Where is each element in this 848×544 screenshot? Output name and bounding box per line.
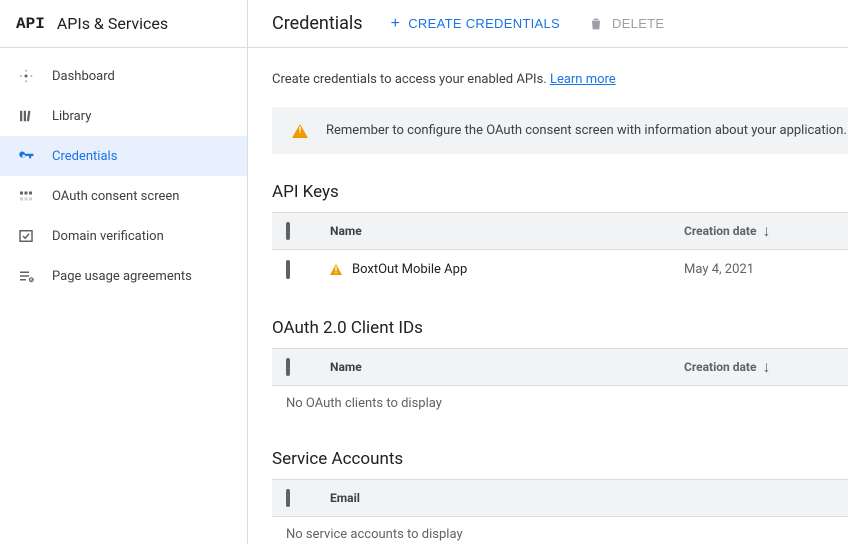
service-accounts-table-head: Email bbox=[272, 479, 848, 517]
service-accounts-title: Service Accounts bbox=[272, 449, 848, 469]
warning-icon bbox=[330, 264, 342, 275]
service-accounts-section: Service Accounts Email No service accoun… bbox=[272, 449, 848, 544]
delete-label: Delete bbox=[612, 16, 664, 31]
banner-text: Remember to configure the OAuth consent … bbox=[326, 123, 847, 138]
consent-warning-banner: Remember to configure the OAuth consent … bbox=[272, 107, 848, 154]
sidebar-item-label: Dashboard bbox=[52, 69, 115, 84]
sidebar-item-label: OAuth consent screen bbox=[52, 189, 179, 204]
create-credentials-label: Create Credentials bbox=[408, 16, 560, 31]
intro-text: Create credentials to access your enable… bbox=[272, 72, 848, 87]
consent-icon bbox=[16, 186, 36, 206]
row-checkbox[interactable] bbox=[286, 262, 304, 277]
main-header: Credentials + Create Credentials Delete bbox=[248, 0, 848, 48]
nav-list: Dashboard Library Credentials OAuth cons… bbox=[0, 48, 247, 304]
api-key-name[interactable]: BoxtOut Mobile App bbox=[352, 262, 467, 277]
api-logo: API bbox=[16, 15, 45, 33]
api-keys-table-head: Name Creation date ↓ bbox=[272, 212, 848, 250]
select-all-checkbox[interactable] bbox=[286, 491, 304, 505]
content: Create credentials to access your enable… bbox=[248, 48, 848, 544]
select-all-checkbox[interactable] bbox=[286, 224, 304, 238]
row-name: BoxtOut Mobile App bbox=[320, 262, 668, 277]
main: Credentials + Create Credentials Delete … bbox=[248, 0, 848, 544]
sidebar-item-label: Library bbox=[52, 109, 91, 124]
sidebar-item-page-usage-agreements[interactable]: Page usage agreements bbox=[0, 256, 247, 296]
table-row[interactable]: BoxtOut Mobile App May 4, 2021 bbox=[272, 250, 848, 290]
api-keys-title: API Keys bbox=[272, 182, 848, 202]
sidebar-item-domain-verification[interactable]: Domain verification bbox=[0, 216, 247, 256]
sidebar-item-label: Domain verification bbox=[52, 229, 164, 244]
oauth-empty: No OAuth clients to display bbox=[272, 386, 848, 421]
dashboard-icon bbox=[16, 66, 36, 86]
sidebar-item-dashboard[interactable]: Dashboard bbox=[0, 56, 247, 96]
agreements-icon bbox=[16, 266, 36, 286]
delete-button[interactable]: Delete bbox=[588, 16, 664, 32]
row-creation-date: May 4, 2021 bbox=[684, 262, 834, 277]
library-icon bbox=[16, 106, 36, 126]
create-credentials-button[interactable]: + Create Credentials bbox=[391, 16, 560, 32]
arrow-down-icon: ↓ bbox=[762, 223, 770, 239]
select-all-checkbox[interactable] bbox=[286, 360, 304, 374]
col-email[interactable]: Email bbox=[320, 491, 834, 505]
sidebar-header: API APIs & Services bbox=[0, 0, 247, 48]
col-creation-date-label: Creation date bbox=[684, 224, 756, 238]
col-name[interactable]: Name bbox=[320, 224, 668, 238]
sidebar-item-credentials[interactable]: Credentials bbox=[0, 136, 247, 176]
col-name[interactable]: Name bbox=[320, 360, 668, 374]
arrow-down-icon: ↓ bbox=[762, 359, 770, 375]
domain-icon bbox=[16, 226, 36, 246]
service-accounts-empty: No service accounts to display bbox=[272, 517, 848, 544]
oauth-table-head: Name Creation date ↓ bbox=[272, 348, 848, 386]
trash-icon bbox=[588, 16, 604, 32]
oauth-title: OAuth 2.0 Client IDs bbox=[272, 318, 848, 338]
sidebar-item-oauth-consent[interactable]: OAuth consent screen bbox=[0, 176, 247, 216]
sidebar-title: APIs & Services bbox=[57, 14, 168, 33]
sidebar: API APIs & Services Dashboard Library bbox=[0, 0, 248, 544]
col-creation-date-label: Creation date bbox=[684, 360, 756, 374]
plus-icon: + bbox=[391, 16, 401, 32]
oauth-section: OAuth 2.0 Client IDs Name Creation date … bbox=[272, 318, 848, 421]
col-creation-date[interactable]: Creation date ↓ bbox=[684, 223, 834, 239]
sidebar-item-library[interactable]: Library bbox=[0, 96, 247, 136]
sidebar-item-label: Credentials bbox=[52, 149, 117, 164]
api-keys-section: API Keys Name Creation date ↓ BoxtOut Mo… bbox=[272, 182, 848, 290]
sidebar-item-label: Page usage agreements bbox=[52, 269, 192, 284]
key-icon bbox=[16, 146, 36, 166]
learn-more-link[interactable]: Learn more bbox=[550, 72, 616, 87]
col-creation-date[interactable]: Creation date ↓ bbox=[684, 359, 834, 375]
warning-icon bbox=[292, 124, 308, 138]
intro-body: Create credentials to access your enable… bbox=[272, 72, 550, 87]
page-title: Credentials bbox=[272, 13, 363, 34]
